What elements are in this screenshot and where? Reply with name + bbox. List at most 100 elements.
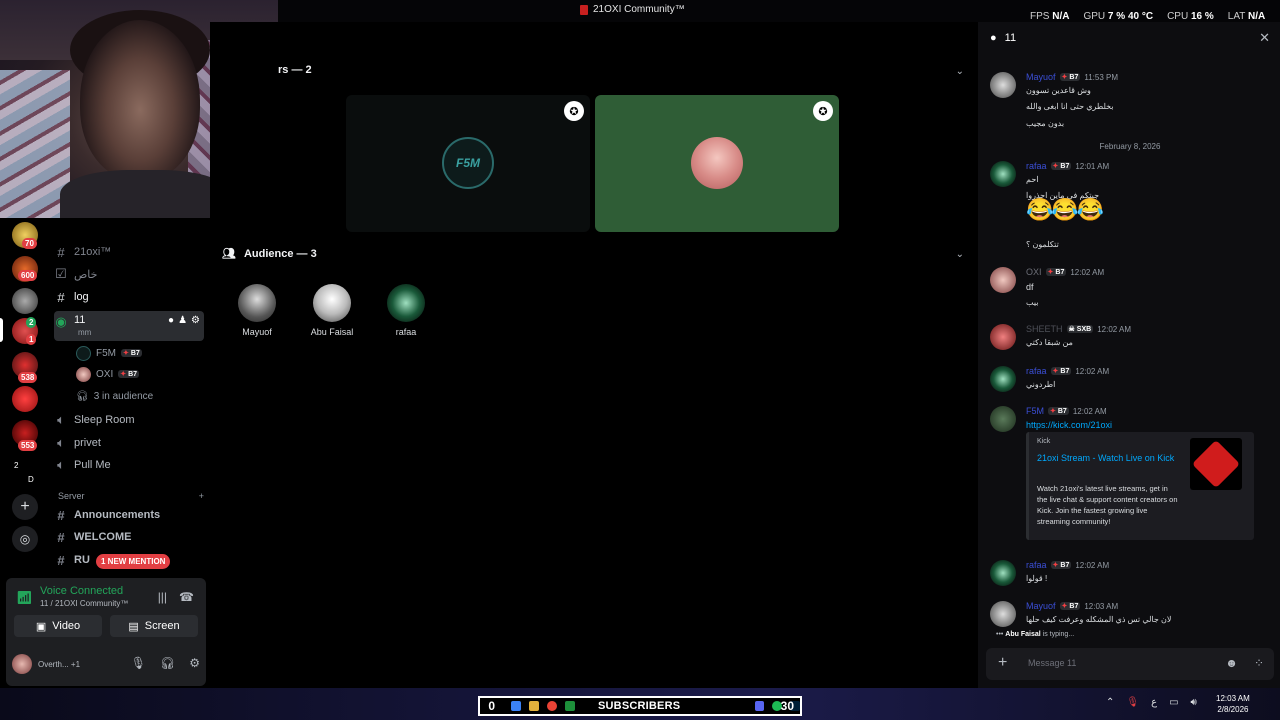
- performance-overlay: FPS N/A GPU 7 % 40 °C CPU 16 % LAT N/A: [1030, 11, 1266, 22]
- microphone-icon[interactable]: 🎙︎: [131, 656, 146, 670]
- avatar: [76, 366, 91, 382]
- avatar: [313, 284, 351, 322]
- add-server-icon[interactable]: +: [12, 494, 38, 520]
- discover-icon[interactable]: ◎: [12, 526, 38, 552]
- headset-icon[interactable]: 🎧︎: [160, 656, 175, 670]
- voice-channel-item[interactable]: 🔈︎ Sleep Room: [54, 410, 204, 430]
- user-panel: Overth... +1 🎙︎ 🎧︎ ⚙: [12, 650, 202, 678]
- avatar: [238, 284, 276, 322]
- avatar[interactable]: [12, 654, 32, 674]
- channel-item[interactable]: # log: [54, 287, 204, 307]
- date-separator: February 8, 2026: [1099, 142, 1161, 151]
- avatar[interactable]: [990, 267, 1016, 293]
- add-channel-icon[interactable]: +: [199, 491, 204, 501]
- link[interactable]: https://kick.com/21oxi: [1026, 420, 1112, 430]
- message-input[interactable]: Message 11: [1028, 658, 1076, 668]
- emoji-message: 😂😂😂: [1026, 197, 1104, 222]
- unread-badge: 600: [18, 270, 38, 281]
- apps-icon[interactable]: ⁘: [1254, 656, 1264, 670]
- camera-off-icon: ▣: [35, 620, 47, 633]
- stage-view: rs — 2 ⌄ ✪ F5M ✪ 👥︎ Audience — 3 ⌄ Mayuof…: [210, 22, 974, 688]
- avatar: [76, 345, 91, 361]
- app-logo-icon: [580, 4, 588, 15]
- speakers-header[interactable]: rs — 2: [278, 64, 312, 76]
- channel-item[interactable]: ☑ خاص: [54, 264, 204, 284]
- xbox-icon[interactable]: [564, 701, 575, 711]
- voice-channel-item[interactable]: 🔈︎ privet: [54, 433, 204, 453]
- network-icon[interactable]: ▭: [1169, 697, 1178, 708]
- audience-member[interactable]: rafaa: [371, 284, 441, 337]
- chat-icon[interactable]: ●: [168, 315, 174, 326]
- embed-title-link[interactable]: 21oxi Stream - Watch Live on Kick: [1037, 452, 1177, 465]
- avatar[interactable]: [990, 72, 1016, 98]
- speaker-tile[interactable]: ✪ F5M: [346, 95, 590, 232]
- avatar[interactable]: [990, 560, 1016, 586]
- channel-item[interactable]: # WELCOME: [54, 527, 204, 547]
- audience-header[interactable]: 👥︎ Audience — 3: [222, 247, 317, 261]
- microphone-icon[interactable]: 🎙︎: [1126, 697, 1139, 708]
- chat-panel: ● 11 ✕ Mayuof ✦ B7 11:53 PM وش قاعدين تسوون …: [978, 22, 1280, 688]
- audience-count[interactable]: 🎧︎ 3 in audience: [76, 387, 153, 405]
- settings-icon[interactable]: ⚙: [191, 315, 200, 326]
- chevron-down-icon[interactable]: ⌄: [956, 249, 964, 260]
- rules-icon: ☑: [55, 266, 67, 281]
- avatar[interactable]: [990, 366, 1016, 392]
- channel-item[interactable]: # Announcements: [54, 505, 204, 525]
- volume-icon[interactable]: 🔊︎: [1191, 697, 1197, 708]
- system-tray: ⌃ 🎙︎ ع ▭ 🔊︎: [1106, 697, 1197, 708]
- channel-item[interactable]: #21oxi™: [54, 242, 204, 262]
- voice-channel-item[interactable]: 🔈︎ Pull Me: [54, 455, 204, 475]
- subscriber-counter: 0 SUBSCRIBERS 30: [478, 696, 802, 716]
- server-icon[interactable]: [12, 288, 38, 314]
- avatar[interactable]: [990, 601, 1016, 627]
- chevron-up-icon[interactable]: ⌃: [1106, 697, 1114, 708]
- close-icon[interactable]: ✕: [1259, 30, 1270, 46]
- tag-badge: ✦ B7: [121, 349, 142, 357]
- message-composer[interactable]: + Message 11 ☻ ⁘: [986, 648, 1274, 680]
- folder-icon[interactable]: [529, 701, 540, 711]
- voice-user[interactable]: F5M ✦ B7: [76, 344, 142, 362]
- avatar[interactable]: [990, 406, 1016, 432]
- hash-icon: #: [57, 552, 65, 568]
- unread-badge: 538: [18, 372, 38, 383]
- clock[interactable]: 12:03 AM 2/8/2026: [1216, 693, 1250, 715]
- invite-icon[interactable]: ♟: [178, 315, 187, 326]
- moderator-icon: ✪: [564, 101, 584, 121]
- chevron-down-icon[interactable]: ⌄: [956, 66, 964, 77]
- audience-member[interactable]: Mayuof: [222, 284, 292, 337]
- avatar: [691, 137, 743, 189]
- avatar[interactable]: [990, 324, 1016, 350]
- avatar[interactable]: [990, 161, 1016, 187]
- disconnect-icon[interactable]: ☎: [179, 590, 194, 604]
- emoji-icon[interactable]: ☻: [1225, 656, 1238, 670]
- chat-bubble-icon: ●: [990, 32, 997, 44]
- voice-location[interactable]: 11 / 21OXI Community™: [40, 599, 128, 608]
- voice-status[interactable]: Voice Connected: [40, 585, 123, 597]
- noise-suppression-icon[interactable]: |||: [158, 590, 167, 604]
- channel-item-active-stage[interactable]: ◉ 11 mm ● ♟ ⚙: [54, 311, 204, 341]
- speaker-tile[interactable]: ✪: [595, 95, 839, 232]
- video-button[interactable]: ▣ Video: [14, 615, 102, 637]
- start-icon[interactable]: [511, 701, 522, 711]
- chrome-icon[interactable]: [547, 701, 557, 711]
- screen-share-button[interactable]: ▤ Screen: [110, 615, 198, 637]
- new-mention-pill[interactable]: 1 NEW MENTION: [96, 554, 171, 569]
- discord-icon[interactable]: [754, 701, 765, 711]
- add-attachment-icon[interactable]: +: [998, 654, 1007, 672]
- user-settings-icon[interactable]: ⚙: [189, 656, 200, 670]
- category-header[interactable]: Server +: [58, 491, 204, 501]
- voice-user[interactable]: OXI ✦ B7: [76, 365, 140, 383]
- screen-share-icon: ▤: [128, 620, 139, 633]
- kick-logo-icon[interactable]: [1190, 438, 1242, 490]
- speaker-icon: 🔈︎: [57, 457, 65, 472]
- language-indicator[interactable]: ع: [1151, 697, 1157, 708]
- signal-icon[interactable]: 📶︎: [16, 590, 33, 606]
- server-icon[interactable]: [12, 386, 38, 412]
- hash-icon: #: [57, 529, 65, 545]
- speaker-icon: 🔈︎: [57, 435, 65, 450]
- avatar: [387, 284, 425, 322]
- audience-member[interactable]: Abu Faisal: [297, 284, 367, 337]
- user-status[interactable]: Overth... +1: [38, 660, 80, 669]
- tag-badge: ✦ B7: [118, 370, 140, 378]
- hash-icon: #: [57, 244, 65, 260]
